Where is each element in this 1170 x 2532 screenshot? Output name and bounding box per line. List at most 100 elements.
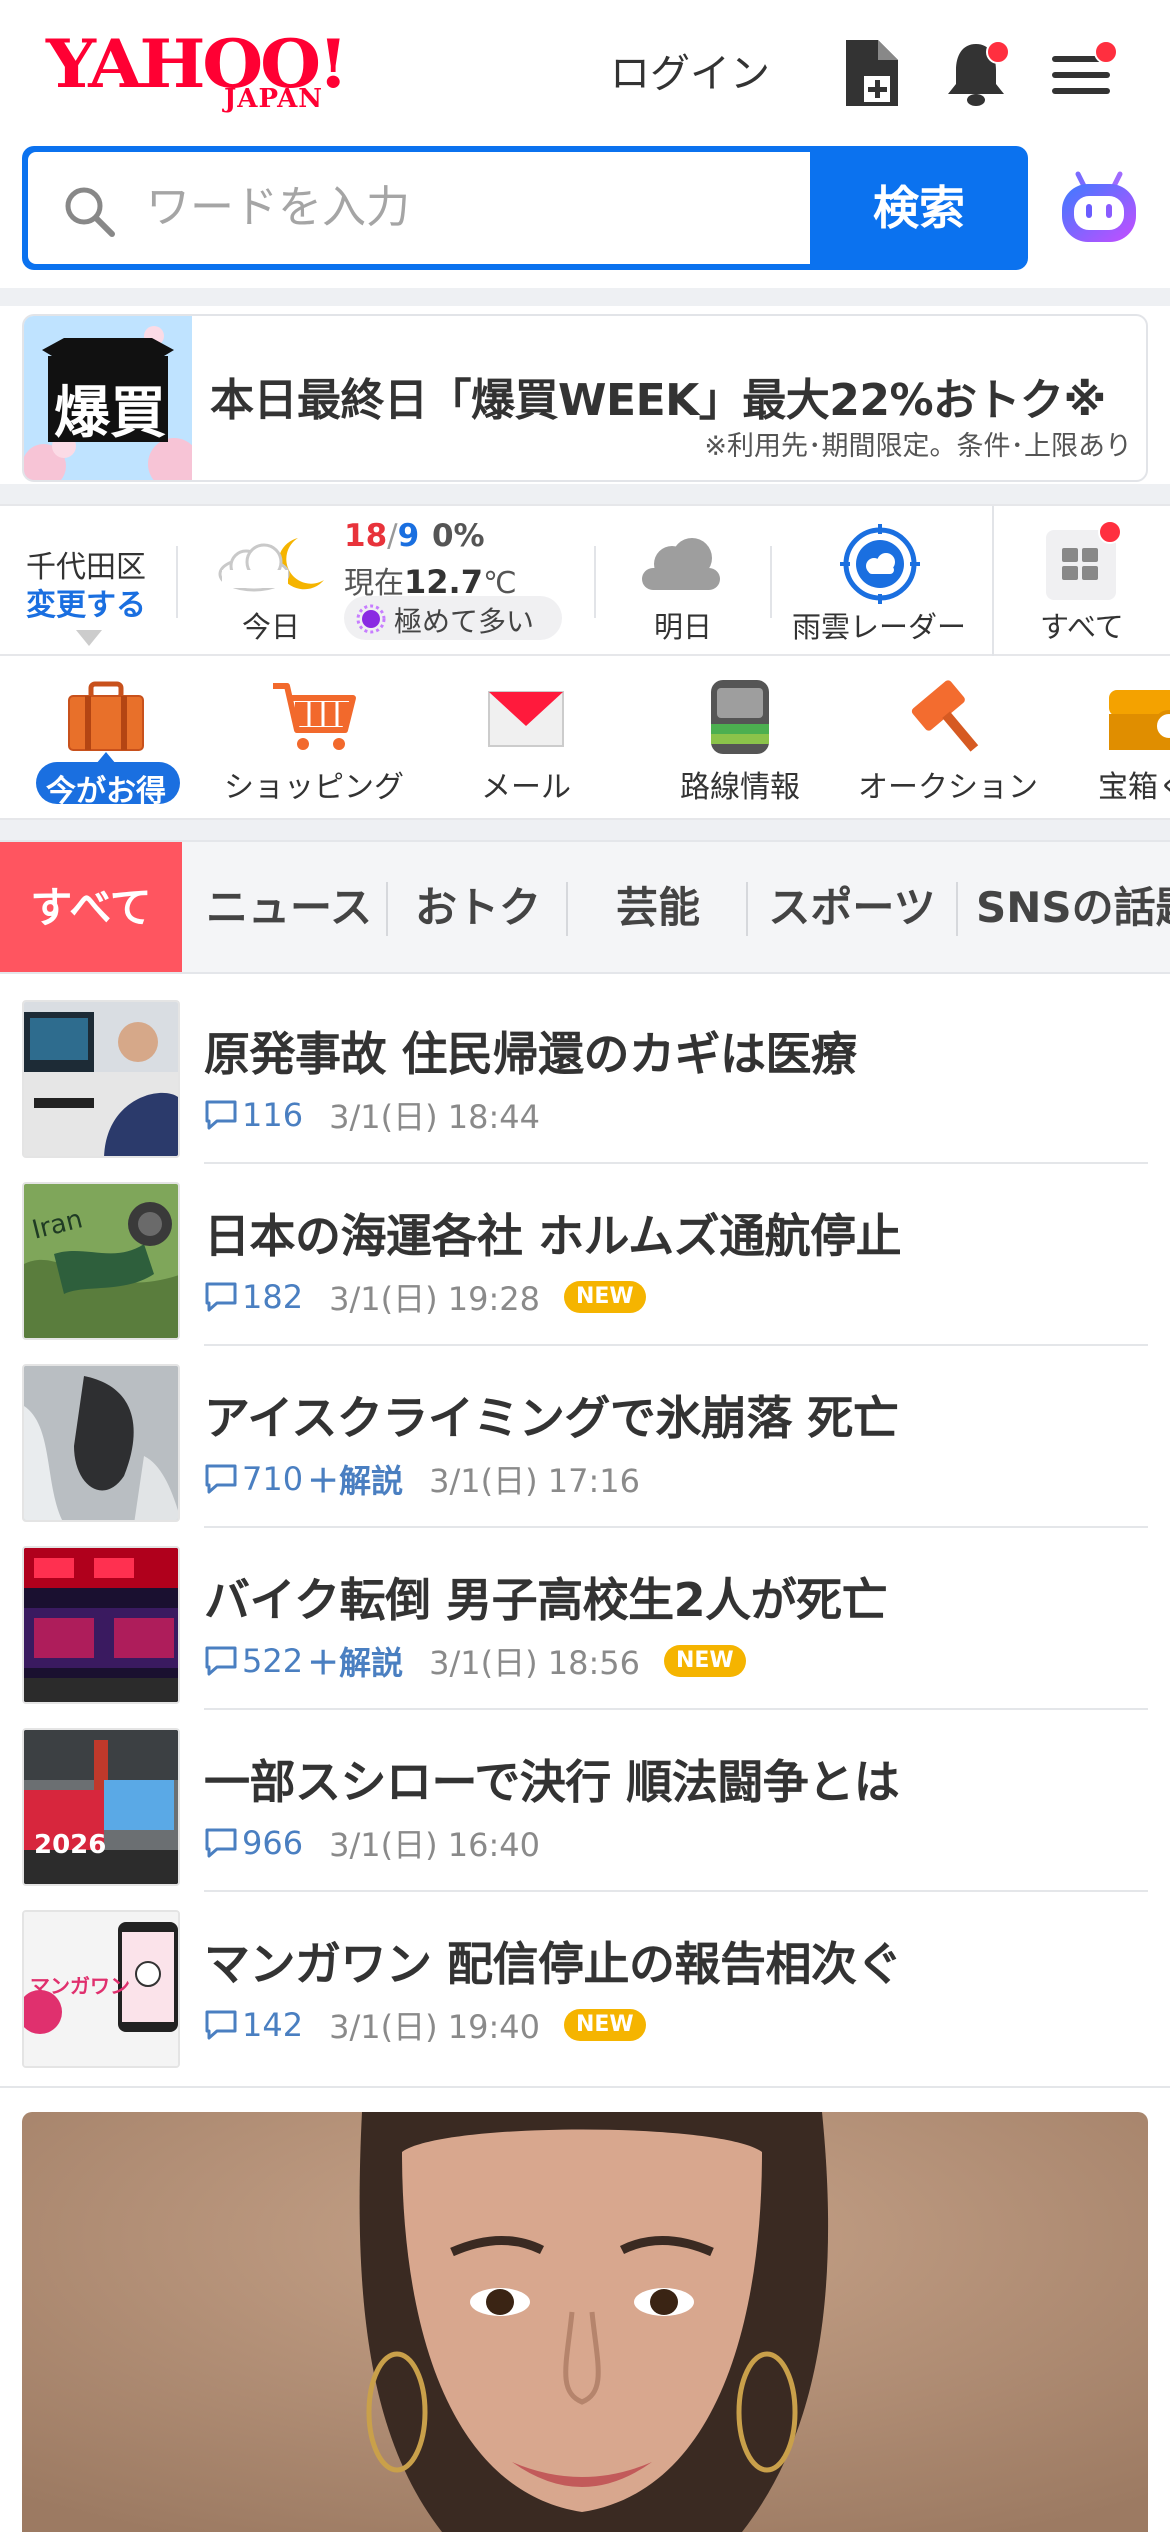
search-button[interactable]: 検索 [810, 146, 1028, 270]
bell-icon[interactable] [942, 36, 1010, 110]
service-label: 路線情報 [680, 770, 800, 805]
login-link[interactable]: ログイン [610, 40, 770, 108]
comment-count: 710 [242, 1460, 304, 1498]
tab-sns[interactable]: SNSの話題 [960, 842, 1170, 972]
ai-assistant-icon[interactable] [1056, 166, 1142, 250]
comment-icon [205, 1828, 237, 1858]
service-shortcuts: 今がお得 ショッピング メール 路線情報 オークション 宝箱 [0, 658, 1170, 820]
notification-dot [986, 40, 1010, 64]
service-label: オークション [858, 770, 1038, 805]
comment-icon [205, 1646, 237, 1676]
news-thumbnail: マンガワン [22, 1910, 180, 2068]
weather-widget: 千代田区 変更する 今日 18/9 0% 現在12.7℃ 極めて多い 明日 雨雲… [0, 504, 1170, 656]
new-badge: NEW [563, 1281, 646, 1313]
low-temp: 9 [397, 518, 420, 554]
news-meta: 142 3/1(日) 19:40 NEW [204, 2002, 646, 2048]
separator-band [0, 820, 1170, 840]
grid-icon[interactable] [1046, 520, 1122, 600]
service-auction[interactable]: オークション [848, 658, 1048, 818]
logo-sub-text: JAPAN [224, 84, 324, 114]
search-placeholder: ワードを入力 [146, 182, 410, 233]
all-label[interactable]: すべて [1040, 604, 1124, 646]
news-date: 3/1(日) 16:40 [329, 1826, 540, 1864]
news-item[interactable]: マンガワン マンガワン 配信停止の報告相次ぐ 142 3/1(日) 19:40 … [0, 1892, 1170, 2074]
precipitation: 0% [431, 518, 485, 554]
cloud-moon-icon[interactable] [212, 530, 332, 600]
news-thumbnail: Iran [22, 1182, 180, 1340]
change-location-link[interactable]: 変更する [26, 580, 146, 624]
promo-banner[interactable]: 爆買 本日最終日「爆買WEEK」最大22%おトク※ ※利用先･期間限定。条件･上… [22, 314, 1148, 482]
banner-image-text: 爆買 [54, 381, 166, 446]
category-tabs: すべて ニュース おトク 芸能 スポーツ SNSの話題 [0, 840, 1170, 974]
news-meta: 116 3/1(日) 18:44 [204, 1092, 540, 1138]
banner-note: ※利用先･期間限定。条件･上限あり [704, 431, 1132, 462]
news-title: マンガワン 配信停止の報告相次ぐ [204, 1937, 903, 1991]
comment-icon [205, 2010, 237, 2040]
comment-icon [205, 1282, 237, 1312]
rain-radar-label[interactable]: 雨雲レーダー [792, 604, 966, 646]
yahoo-japan-logo[interactable]: YAHOO! JAPAN [46, 25, 366, 118]
news-item[interactable]: アイスクライミングで氷崩落 死亡 710 ＋解説 3/1(日) 17:16 [0, 1346, 1170, 1528]
menu-icon[interactable] [1048, 36, 1118, 110]
service-label: 今がお得 [46, 774, 166, 809]
news-item[interactable]: 原発事故 住民帰還のカギは医療 116 3/1(日) 18:44 [0, 982, 1170, 1164]
all-notification-dot [1098, 520, 1122, 544]
briefcase-icon [61, 674, 151, 760]
search-icon [65, 187, 115, 237]
tab-entertainment[interactable]: 芸能 [570, 842, 746, 972]
pollen-badge[interactable]: 極めて多い [344, 596, 562, 640]
today-label[interactable]: 今日 [242, 604, 300, 646]
caret-down-icon [76, 630, 102, 646]
service-mail[interactable]: メール [426, 658, 626, 818]
train-icon [695, 674, 785, 760]
news-title: バイク転倒 男子高校生2人が死亡 [204, 1573, 888, 1627]
header: YAHOO! JAPAN ログイン [0, 0, 1170, 146]
high-temp: 18 [344, 518, 388, 554]
cloud-icon[interactable] [636, 534, 726, 598]
news-date: 3/1(日) 19:28 [329, 1280, 540, 1318]
news-meta: 182 3/1(日) 19:28 NEW [204, 1274, 646, 1320]
service-label: 宝箱く [1098, 770, 1170, 805]
treasure-box-icon [1099, 674, 1170, 760]
news-title: 原発事故 住民帰還のカギは医療 [204, 1027, 857, 1081]
new-badge: NEW [663, 1645, 746, 1677]
commentary-label: ＋解説 [307, 1644, 404, 1682]
news-date: 3/1(日) 18:56 [429, 1644, 640, 1682]
news-title: アイスクライミングで氷崩落 死亡 [204, 1391, 899, 1445]
shopping-cart-icon [269, 674, 359, 760]
tab-sports[interactable]: スポーツ [750, 842, 954, 972]
rain-radar-icon[interactable] [840, 524, 920, 604]
comment-icon [205, 1100, 237, 1130]
news-title: 一部スシローで決行 順法闘争とは [204, 1755, 900, 1809]
add-document-icon[interactable] [838, 36, 906, 110]
news-date: 3/1(日) 17:16 [429, 1462, 640, 1500]
service-deals[interactable]: 今がお得 [6, 658, 206, 818]
tab-deals[interactable]: おトク [390, 842, 566, 972]
tab-all[interactable]: すべて [0, 842, 182, 972]
service-train[interactable]: 路線情報 [640, 658, 840, 818]
tomorrow-label[interactable]: 明日 [654, 604, 712, 646]
separator-band [0, 484, 1170, 504]
comment-count: 182 [242, 1278, 304, 1316]
news-date: 3/1(日) 18:44 [329, 1098, 540, 1136]
comment-icon [205, 1464, 237, 1494]
comment-count: 116 [242, 1096, 304, 1134]
news-item[interactable]: バイク転倒 男子高校生2人が死亡 522 ＋解説 3/1(日) 18:56 NE… [0, 1528, 1170, 1710]
separator [0, 2088, 1170, 2112]
separator-band [0, 288, 1170, 306]
auction-hammer-icon [903, 674, 993, 760]
banner-image: 爆買 [24, 316, 200, 480]
news-thumbnail: 2026 [22, 1728, 180, 1886]
pollen-icon [356, 604, 386, 634]
feature-photo[interactable] [22, 2112, 1148, 2532]
search-bar: ワードを入力 検索 [22, 146, 1028, 270]
news-date: 3/1(日) 19:40 [329, 2008, 540, 2046]
tab-news[interactable]: ニュース [196, 842, 382, 972]
news-item[interactable]: 2026 一部スシローで決行 順法闘争とは 966 3/1(日) 16:40 [0, 1710, 1170, 1892]
news-list: 原発事故 住民帰還のカギは医療 116 3/1(日) 18:44 Iran 日本… [0, 976, 1170, 2088]
mail-icon [481, 674, 571, 760]
service-shopping[interactable]: ショッピング [214, 658, 414, 818]
news-item[interactable]: Iran 日本の海運各社 ホルムズ通航停止 182 3/1(日) 19:28 N… [0, 1164, 1170, 1346]
search-input[interactable]: ワードを入力 [28, 152, 810, 264]
service-treasure[interactable]: 宝箱く [1064, 658, 1170, 818]
